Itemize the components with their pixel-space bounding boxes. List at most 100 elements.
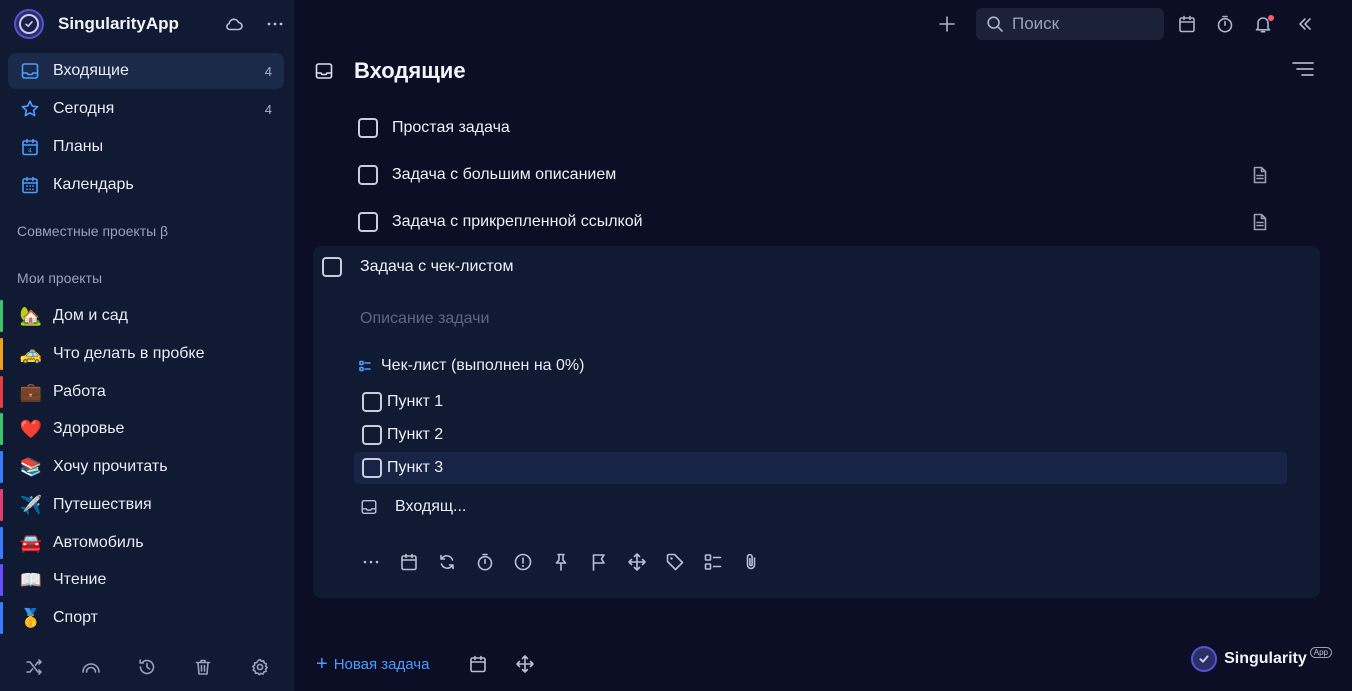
project-label: Путешествия	[53, 496, 152, 513]
timer-icon[interactable]	[474, 550, 495, 574]
project-emoji-icon: 🚘	[19, 533, 43, 553]
timer-icon[interactable]	[1214, 13, 1236, 35]
task-checkbox[interactable]	[358, 212, 378, 232]
cloud-sync-icon[interactable]	[224, 14, 244, 34]
checklist-title: Чек-лист (выполнен на 0%)	[381, 357, 585, 374]
svg-text:4: 4	[28, 147, 32, 155]
calendar-grid-icon	[20, 175, 40, 195]
sidebar-item-label: Сегодня	[53, 100, 115, 117]
sidebar-project-item[interactable]: ✈️ Путешествия	[0, 487, 294, 523]
description-field[interactable]: Описание задачи	[360, 310, 489, 328]
sidebar-item-label: Планы	[53, 138, 104, 155]
project-color-bar	[0, 338, 3, 370]
search-box[interactable]	[976, 8, 1164, 40]
new-task-label: Новая задача	[333, 655, 430, 673]
project-emoji-icon: 💼	[19, 382, 43, 402]
tag-icon[interactable]	[664, 550, 685, 574]
task-title[interactable]: Задача с чек-листом	[360, 258, 513, 276]
brand-name: Singularity	[1224, 650, 1307, 667]
project-label: Спорт	[53, 609, 98, 626]
project-label: Чтение	[53, 571, 107, 588]
pin-icon[interactable]	[550, 550, 571, 574]
task-project-selector[interactable]: Входящ...	[360, 498, 466, 516]
inbox-icon	[360, 498, 378, 516]
new-task-move-icon[interactable]	[515, 654, 535, 674]
project-label: Хочу прочитать	[53, 458, 168, 475]
shuffle-icon[interactable]	[22, 655, 46, 679]
checklist-toggle-icon[interactable]	[702, 550, 723, 574]
project-color-bar	[0, 564, 3, 596]
checklist-item-label[interactable]: Пункт 2	[387, 426, 443, 444]
project-label: Здоровье	[53, 420, 125, 437]
sidebar-item-today[interactable]: Сегодня 4	[8, 91, 284, 127]
trash-icon[interactable]	[191, 655, 215, 679]
more-icon[interactable]	[360, 550, 381, 574]
shared-projects-title[interactable]: Совместные проекты β	[17, 223, 168, 239]
project-emoji-icon: 🏡	[19, 306, 43, 326]
new-task-date-calendar-icon[interactable]	[468, 654, 488, 674]
new-task-button[interactable]: + Новая задача	[316, 654, 429, 674]
search-input[interactable]	[1012, 14, 1152, 34]
note-icon	[1252, 166, 1268, 184]
checklist-checkbox[interactable]	[362, 458, 382, 478]
sidebar-project-item[interactable]: 📖 Чтение	[0, 562, 294, 598]
checklist-icon	[359, 360, 371, 372]
sidebar-item-inbox[interactable]: Входящие 4	[8, 53, 284, 89]
checklist-checkbox[interactable]	[362, 425, 382, 445]
settings-gear-icon[interactable]	[248, 655, 272, 679]
move-icon[interactable]	[626, 550, 647, 574]
inbox-icon	[20, 61, 40, 81]
sidebar-item-label: Входящие	[53, 62, 129, 79]
sidebar-project-item[interactable]: 💼 Работа	[0, 374, 294, 410]
sort-filter-icon[interactable]	[1292, 60, 1314, 78]
task-row[interactable]: Задача с большим описанием	[358, 159, 1278, 191]
sidebar: SingularityApp Входящие 4 Сегодня 4 4 Пл…	[0, 0, 294, 691]
checklist-item[interactable]: Пункт 1	[354, 386, 1287, 418]
project-emoji-icon: 🥇	[19, 608, 43, 628]
sidebar-project-item[interactable]: 📚 Хочу прочитать	[0, 449, 294, 485]
checklist-checkbox[interactable]	[362, 392, 382, 412]
notifications-bell-icon[interactable]	[1252, 13, 1274, 35]
flag-icon[interactable]	[588, 550, 609, 574]
project-emoji-icon: ✈️	[19, 495, 43, 515]
sidebar-item-calendar[interactable]: Календарь	[8, 167, 284, 203]
singularity-logo-icon	[1191, 646, 1218, 672]
task-checkbox[interactable]	[358, 165, 378, 185]
sidebar-project-item[interactable]: ❤️ Здоровье	[0, 411, 294, 447]
attachment-paperclip-icon[interactable]	[740, 550, 761, 574]
task-row[interactable]: Простая задача	[358, 112, 1278, 144]
star-icon	[20, 99, 40, 119]
sidebar-item-plans[interactable]: 4 Планы	[8, 129, 284, 165]
checklist-item[interactable]: Пункт 3	[354, 452, 1287, 484]
task-checkbox[interactable]	[358, 118, 378, 138]
task-checkbox[interactable]	[322, 257, 342, 277]
checklist-item[interactable]: Пункт 2	[354, 419, 1287, 451]
date-calendar-icon[interactable]	[398, 550, 419, 574]
gauge-icon[interactable]	[79, 655, 103, 679]
history-icon[interactable]	[135, 655, 159, 679]
sidebar-project-item[interactable]: 🏡 Дом и сад	[0, 298, 294, 334]
collapse-panel-icon[interactable]	[1294, 13, 1316, 35]
task-project-label: Входящ...	[395, 498, 467, 515]
sidebar-project-item[interactable]: 🥇 Спорт	[0, 600, 294, 636]
priority-icon[interactable]	[512, 550, 533, 574]
topbar	[936, 8, 1316, 40]
sidebar-project-item[interactable]: 🚕 Что делать в пробке	[0, 336, 294, 372]
count-badge: 4	[264, 63, 272, 79]
add-icon[interactable]	[936, 13, 958, 35]
repeat-icon[interactable]	[436, 550, 457, 574]
project-color-bar	[0, 527, 3, 559]
project-emoji-icon: 📚	[19, 457, 43, 477]
task-row[interactable]: Задача с прикрепленной ссылкой	[358, 206, 1278, 238]
calendar-icon[interactable]	[1176, 13, 1198, 35]
my-projects-title[interactable]: Мои проекты	[17, 270, 102, 286]
app-name: SingularityApp	[58, 14, 179, 33]
expanded-task-card[interactable]: Задача с чек-листом Описание задачи Чек-…	[313, 246, 1320, 598]
project-emoji-icon: 🚕	[19, 344, 43, 364]
checklist-item-label[interactable]: Пункт 1	[387, 393, 443, 411]
checklist-item-label[interactable]: Пункт 3	[387, 459, 443, 477]
more-menu-icon[interactable]	[266, 15, 284, 33]
plus-icon: +	[316, 653, 328, 675]
project-emoji-icon: 📖	[19, 570, 43, 590]
sidebar-project-item[interactable]: 🚘 Автомобиль	[0, 525, 294, 561]
